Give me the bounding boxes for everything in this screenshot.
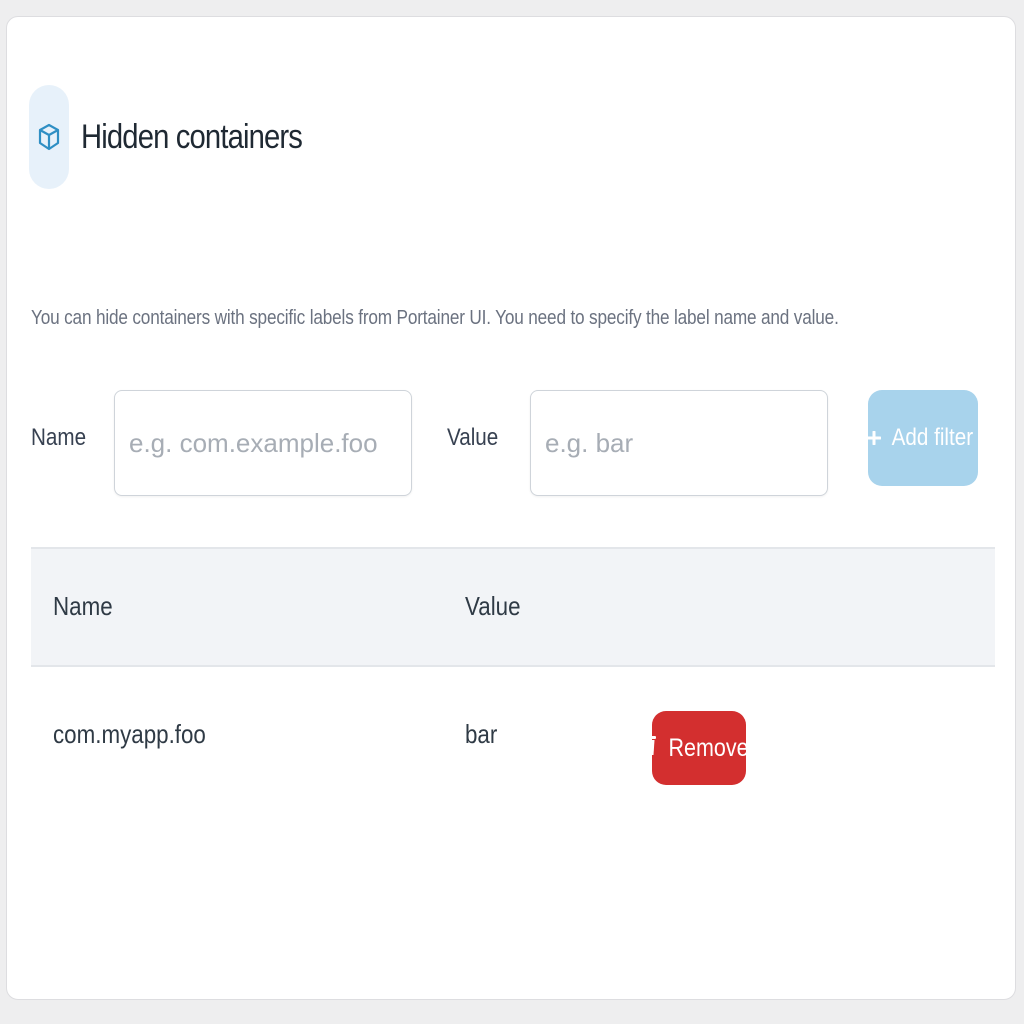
- value-label: Value: [447, 424, 499, 451]
- add-filter-label: Add filter: [891, 424, 973, 451]
- table-row: com.myapp.foo bar Remove: [31, 667, 995, 817]
- label-name-input[interactable]: [114, 390, 412, 496]
- row-name-cell: com.myapp.foo: [53, 719, 206, 749]
- page-title: Hidden containers: [81, 117, 303, 156]
- remove-button[interactable]: Remove: [642, 711, 750, 785]
- cube-icon: [29, 85, 69, 189]
- trash-icon: [642, 733, 657, 763]
- table-header: Name Value: [31, 547, 995, 667]
- add-filter-button[interactable]: Add filter: [866, 390, 978, 486]
- column-header-name: Name: [53, 591, 113, 621]
- name-label: Name: [31, 424, 87, 451]
- column-header-value: Value: [465, 591, 521, 621]
- row-value-cell: bar: [465, 719, 498, 749]
- remove-label: Remove: [668, 733, 750, 762]
- hidden-containers-panel: Hidden containers You can hide container…: [6, 16, 1016, 1000]
- label-value-input[interactable]: [530, 390, 828, 496]
- plus-icon: [866, 424, 882, 452]
- panel-header: Hidden containers: [29, 85, 338, 189]
- section-description: You can hide containers with specific la…: [31, 307, 839, 329]
- hidden-labels-table: Name Value com.myapp.foo bar Remove: [31, 547, 995, 817]
